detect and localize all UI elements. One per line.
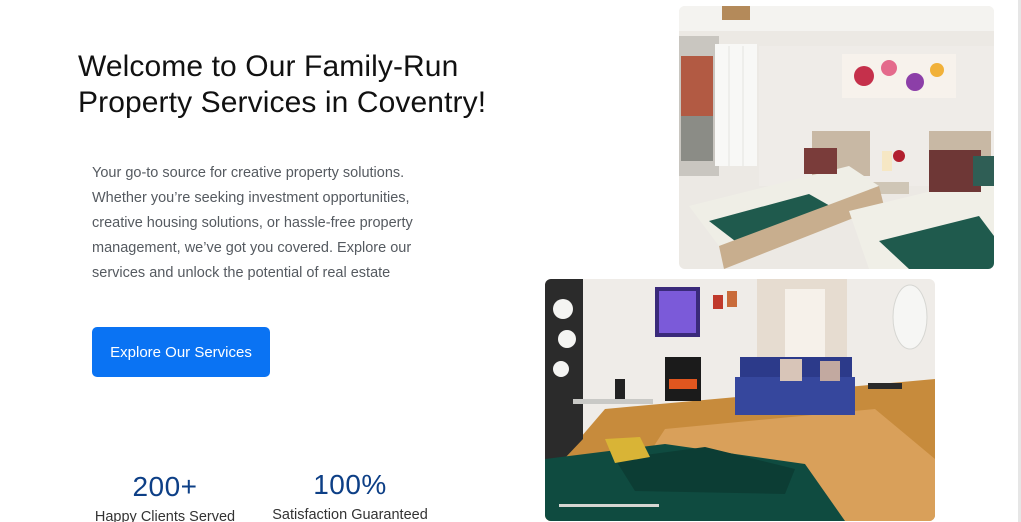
- bedroom-photo: [679, 6, 994, 269]
- hero-title: Welcome to Our Family-Run Property Servi…: [78, 50, 487, 119]
- stat-label: Happy Clients Served: [94, 509, 236, 522]
- stat-happy-clients: 200+ Happy Clients Served: [88, 471, 242, 522]
- living-room-illustration: [545, 279, 935, 521]
- page: Welcome to Our Family-Run Property Servi…: [0, 0, 1021, 522]
- hero-description: Your go-to source for creative property …: [92, 165, 413, 281]
- explore-services-button[interactable]: Explore Our Services: [92, 327, 270, 377]
- living-room-photo: [545, 279, 935, 521]
- stat-label: Satisfaction Guaranteed: [272, 507, 428, 522]
- bedroom-illustration: [679, 6, 994, 269]
- stat-value: 200+: [132, 471, 198, 502]
- stat-value: 100%: [313, 469, 387, 500]
- stat-satisfaction: 100% Satisfaction Guaranteed: [262, 469, 438, 522]
